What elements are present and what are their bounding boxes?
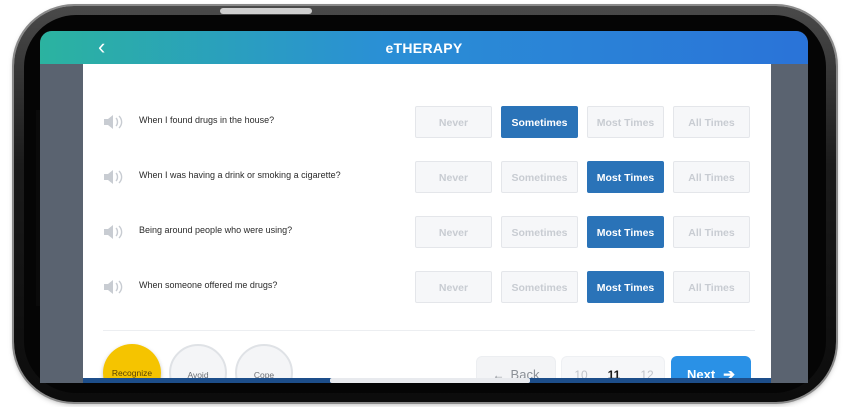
option-all-times[interactable]: All Times [673, 106, 750, 138]
question-row: When someone offered me drugs? Never Som… [83, 269, 771, 305]
question-row: When I found drugs in the house? Never S… [83, 104, 771, 140]
phone-side-button [220, 8, 312, 14]
home-indicator[interactable] [330, 378, 530, 383]
question-text: When someone offered me drugs? [139, 280, 278, 290]
question-text: When I found drugs in the house? [139, 115, 275, 125]
question-row: When I was having a drink or smoking a c… [83, 159, 771, 195]
speaker-icon[interactable] [101, 168, 127, 186]
option-all-times[interactable]: All Times [673, 161, 750, 193]
option-never[interactable]: Never [415, 216, 492, 248]
option-all-times[interactable]: All Times [673, 216, 750, 248]
option-most-times-selected[interactable]: Most Times [587, 161, 664, 193]
option-sometimes[interactable]: Sometimes [501, 271, 578, 303]
option-most-times-selected[interactable]: Most Times [587, 271, 664, 303]
option-most-times[interactable]: Most Times [587, 106, 664, 138]
speaker-icon[interactable] [101, 278, 127, 296]
app-screen: ‹ eTHERAPY When I found drugs in the hou… [40, 31, 808, 383]
option-never[interactable]: Never [415, 271, 492, 303]
option-all-times[interactable]: All Times [673, 271, 750, 303]
option-never[interactable]: Never [415, 106, 492, 138]
option-never[interactable]: Never [415, 161, 492, 193]
app-title: eTHERAPY [385, 40, 463, 56]
app-header: ‹ eTHERAPY [40, 31, 808, 64]
question-text: When I was having a drink or smoking a c… [139, 170, 341, 180]
section-divider [103, 330, 755, 331]
option-sometimes[interactable]: Sometimes [501, 216, 578, 248]
question-row: Being around people who were using? Neve… [83, 214, 771, 250]
question-text: Being around people who were using? [139, 225, 293, 235]
option-most-times-selected[interactable]: Most Times [587, 216, 664, 248]
speaker-icon[interactable] [101, 223, 127, 241]
questionnaire-panel: When I found drugs in the house? Never S… [83, 64, 771, 383]
option-sometimes-selected[interactable]: Sometimes [501, 106, 578, 138]
option-sometimes[interactable]: Sometimes [501, 161, 578, 193]
speaker-icon[interactable] [101, 113, 127, 131]
